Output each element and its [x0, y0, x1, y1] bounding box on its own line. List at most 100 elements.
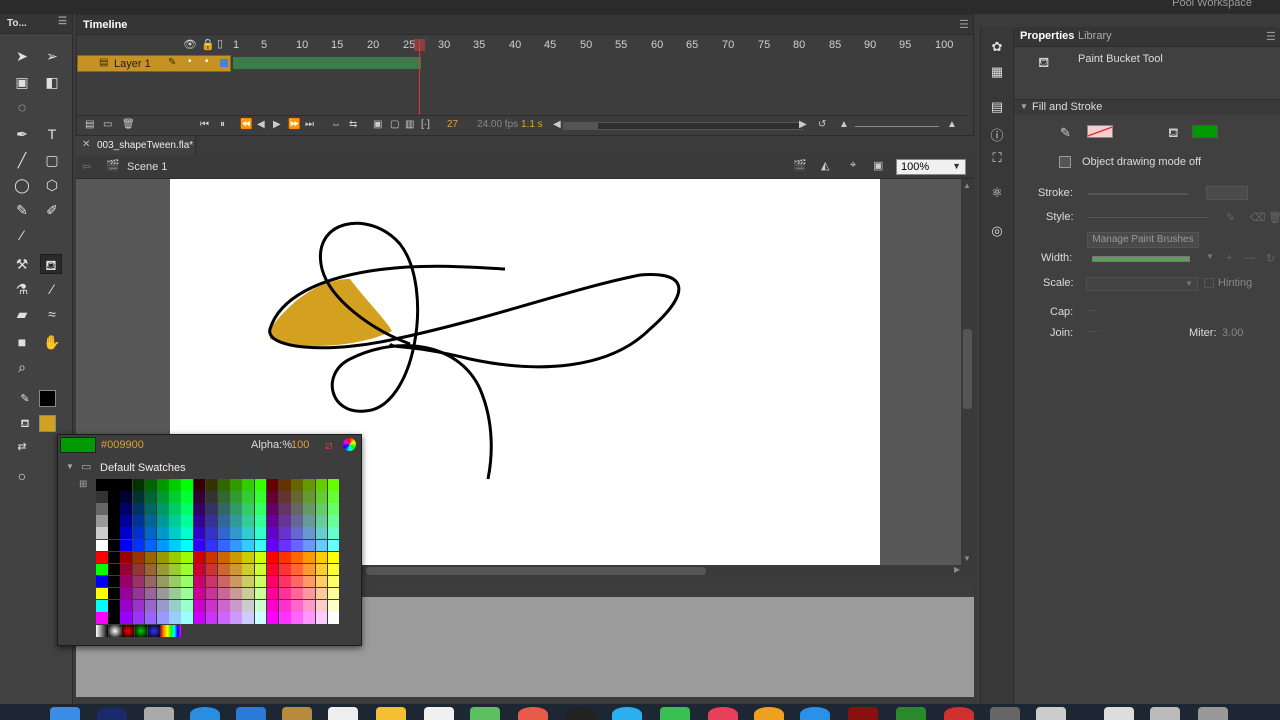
new-layer-icon[interactable]: ▤ — [85, 119, 94, 130]
color-swatch[interactable] — [230, 515, 242, 527]
back-arrow-icon[interactable]: ⇦ — [82, 160, 91, 173]
color-swatch[interactable] — [120, 515, 132, 527]
dock-app-icon[interactable] — [944, 707, 974, 720]
oval-tool-icon[interactable]: ◯ — [11, 175, 33, 195]
onion-outline-icon[interactable]: ▢ — [390, 119, 399, 130]
dock-app-icon[interactable] — [144, 707, 174, 720]
color-swatch[interactable] — [157, 575, 169, 588]
lasso-tool-icon[interactable]: ◌ — [11, 97, 33, 117]
color-swatch[interactable] — [205, 563, 218, 576]
color-swatch[interactable] — [132, 612, 145, 624]
clip-icon[interactable]: 🎬 — [793, 159, 807, 172]
scroll-right-icon[interactable]: ▶ — [954, 565, 960, 574]
color-swatch[interactable] — [144, 563, 157, 576]
selection-tool-icon[interactable]: ➤ — [11, 46, 33, 66]
color-swatch[interactable] — [218, 575, 230, 588]
color-swatch[interactable] — [218, 539, 230, 551]
color-swatch[interactable] — [144, 479, 157, 491]
free-transform-tool-icon[interactable]: ▣ — [11, 72, 33, 92]
color-swatch[interactable] — [108, 612, 120, 624]
color-swatch[interactable] — [157, 551, 169, 564]
color-swatch[interactable] — [169, 491, 181, 503]
color-swatch[interactable] — [315, 539, 328, 551]
swatch-grid[interactable] — [96, 479, 358, 625]
color-swatch[interactable] — [193, 503, 206, 515]
color-swatch[interactable] — [315, 479, 328, 491]
miter-value[interactable]: 3.00 — [1222, 327, 1243, 339]
color-swatch[interactable] — [266, 551, 279, 564]
color-swatch[interactable] — [108, 503, 120, 515]
rainbow-gradient-swatch[interactable] — [161, 625, 181, 637]
gradient-swatches[interactable] — [96, 625, 186, 639]
no-color-icon[interactable]: ⧄ — [325, 438, 333, 453]
workspace-label[interactable]: Pool Workspace — [1172, 0, 1252, 9]
color-swatch[interactable] — [181, 539, 193, 551]
color-swatch[interactable] — [96, 527, 108, 539]
frame-ruler[interactable]: 👁 🔒 ▯ 1 5 10 15 20 25 30 35 40 45 50 55 … — [77, 35, 967, 53]
color-swatch[interactable] — [266, 587, 279, 600]
dock-app-icon[interactable] — [97, 707, 127, 720]
line-tool-icon[interactable]: ╱ — [11, 150, 33, 170]
color-swatch[interactable] — [132, 575, 145, 588]
modify-markers-icon[interactable]: [·] — [421, 119, 430, 130]
color-swatch[interactable] — [327, 563, 340, 576]
outline-color-icon[interactable] — [220, 59, 228, 67]
color-swatch[interactable] — [242, 503, 254, 515]
color-swatch[interactable] — [132, 539, 145, 551]
calendar-dock-icon[interactable] — [328, 707, 358, 720]
color-swatch[interactable] — [254, 551, 267, 564]
color-swatch[interactable] — [315, 503, 328, 515]
color-swatch[interactable] — [266, 515, 279, 527]
loop-icon[interactable]: ⏸ — [220, 119, 225, 130]
color-swatch[interactable] — [327, 491, 340, 503]
current-frame[interactable]: 27 — [447, 119, 458, 130]
show-hide-icon[interactable]: 👁 — [183, 38, 197, 51]
color-swatch[interactable] — [193, 515, 206, 527]
color-swatch[interactable] — [157, 600, 169, 612]
components-panel-icon[interactable]: ⚛ — [988, 185, 1006, 203]
rectangle-tool-icon[interactable]: ▢ — [41, 150, 63, 170]
color-swatch[interactable] — [205, 527, 218, 539]
vertical-thumb[interactable] — [963, 329, 972, 409]
step-forward-icon[interactable]: ⏩ — [288, 119, 300, 130]
color-swatch[interactable] — [193, 612, 206, 624]
color-swatch[interactable] — [144, 515, 157, 527]
color-swatch[interactable] — [181, 491, 193, 503]
contacts-dock-icon[interactable] — [282, 707, 312, 720]
fill-color-swatch[interactable] — [39, 415, 56, 432]
tab-library[interactable]: Library — [1078, 30, 1112, 42]
color-swatch[interactable] — [230, 491, 242, 503]
color-swatch[interactable] — [254, 563, 267, 576]
color-swatch[interactable] — [218, 587, 230, 600]
color-swatch[interactable] — [303, 587, 315, 600]
width-profile-select[interactable] — [1092, 256, 1190, 262]
color-swatch[interactable] — [108, 600, 120, 612]
color-swatch[interactable] — [157, 479, 169, 491]
color-swatch[interactable] — [279, 515, 291, 527]
camera-tool-icon[interactable]: ■ — [11, 332, 33, 352]
color-swatch[interactable] — [315, 587, 328, 600]
color-swatch[interactable] — [291, 551, 303, 564]
color-swatch[interactable] — [132, 503, 145, 515]
color-swatch[interactable] — [279, 612, 291, 624]
color-swatch[interactable] — [266, 563, 279, 576]
color-swatch[interactable] — [266, 612, 279, 624]
color-swatch[interactable] — [120, 612, 132, 624]
color-swatch[interactable] — [303, 563, 315, 576]
timeline-menu-icon[interactable]: ☰ — [959, 18, 969, 31]
scroll-down-icon[interactable]: ▼ — [963, 554, 971, 563]
color-swatch[interactable] — [230, 539, 242, 551]
color-swatch[interactable] — [120, 479, 132, 491]
color-swatch[interactable] — [96, 479, 108, 491]
color-swatch[interactable] — [218, 551, 230, 564]
color-swatch[interactable] — [303, 600, 315, 612]
color-swatch[interactable] — [169, 551, 181, 564]
safari-dock-icon[interactable] — [190, 707, 220, 720]
close-tab-icon[interactable]: ✕ — [82, 139, 90, 150]
play-icon[interactable]: ▶ — [273, 119, 281, 130]
color-swatch[interactable] — [96, 551, 108, 564]
color-swatch[interactable] — [327, 527, 340, 539]
color-swatch[interactable] — [157, 563, 169, 576]
timeline-zoom-slider[interactable] — [855, 126, 939, 127]
color-swatch[interactable] — [218, 515, 230, 527]
